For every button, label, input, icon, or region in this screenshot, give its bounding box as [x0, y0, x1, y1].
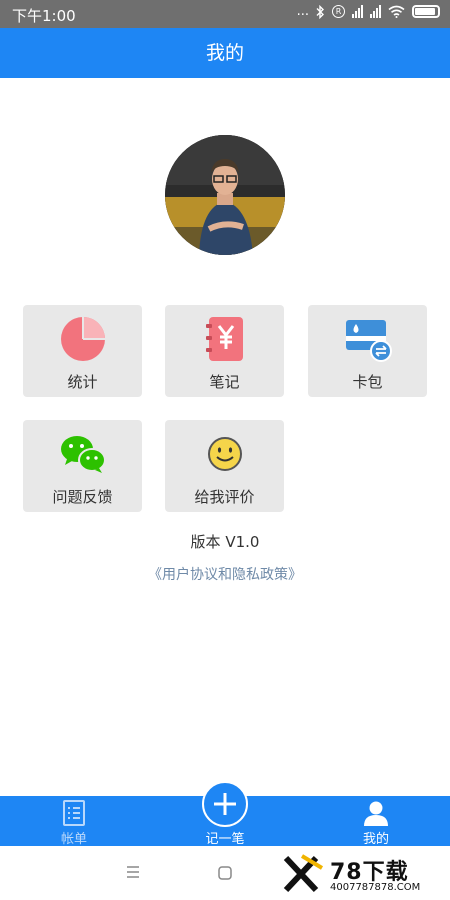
card-wallet-icon	[345, 320, 392, 362]
tile-rate-me[interactable]: 给我评价	[165, 420, 284, 512]
system-nav-bar: 78下载 4007787878.COM	[0, 846, 450, 900]
wechat-icon	[60, 436, 106, 473]
pie-chart-icon	[60, 317, 105, 361]
page-title: 我的	[0, 28, 450, 78]
bill-list-icon	[63, 800, 85, 826]
status-bar: 下午1:00 ... R	[0, 0, 450, 28]
tile-label: 笔记	[209, 373, 240, 391]
r-badge-icon: R	[332, 5, 345, 18]
more-dots-icon: ...	[296, 4, 309, 19]
watermark: 78下载 4007787878.COM	[282, 854, 442, 896]
home-icon[interactable]	[218, 866, 232, 880]
nav-mine-label: 我的	[362, 832, 389, 847]
tile-label: 卡包	[352, 373, 383, 391]
tile-feedback[interactable]: 问题反馈	[23, 420, 142, 512]
smiley-icon	[207, 437, 242, 471]
tile-notes[interactable]: 笔记	[165, 305, 284, 397]
nav-mine[interactable]: 我的	[326, 796, 426, 847]
version-text: 版本 V1.0	[190, 533, 260, 551]
plus-icon	[214, 793, 236, 815]
menu-icon[interactable]	[126, 866, 140, 878]
notebook-yen-icon	[205, 317, 243, 361]
tile-label: 给我评价	[194, 488, 255, 506]
avatar[interactable]	[165, 135, 285, 255]
wifi-icon	[388, 5, 405, 18]
nav-bill-label: 帐单	[60, 832, 87, 847]
tile-card-wallet[interactable]: 卡包	[308, 305, 427, 397]
add-record-button[interactable]	[202, 781, 248, 827]
signal-icon-2	[370, 5, 381, 18]
user-icon	[364, 801, 388, 826]
status-icons: ... R	[297, 4, 440, 19]
watermark-logo-icon	[283, 854, 324, 893]
battery-icon	[412, 5, 440, 18]
status-time: 下午1:00	[12, 7, 76, 25]
tile-label: 问题反馈	[52, 488, 113, 506]
watermark-url: 4007787878.COM	[330, 882, 421, 893]
tile-label: 统计	[67, 373, 98, 391]
nav-add-label: 记一笔	[205, 832, 245, 847]
bluetooth-icon	[316, 4, 324, 19]
tile-statistics[interactable]: 统计	[23, 305, 142, 397]
signal-icon-1	[352, 5, 363, 18]
agreement-link[interactable]: 《用户协议和隐私政策》	[0, 564, 450, 584]
nav-bill[interactable]: 帐单	[24, 796, 124, 847]
